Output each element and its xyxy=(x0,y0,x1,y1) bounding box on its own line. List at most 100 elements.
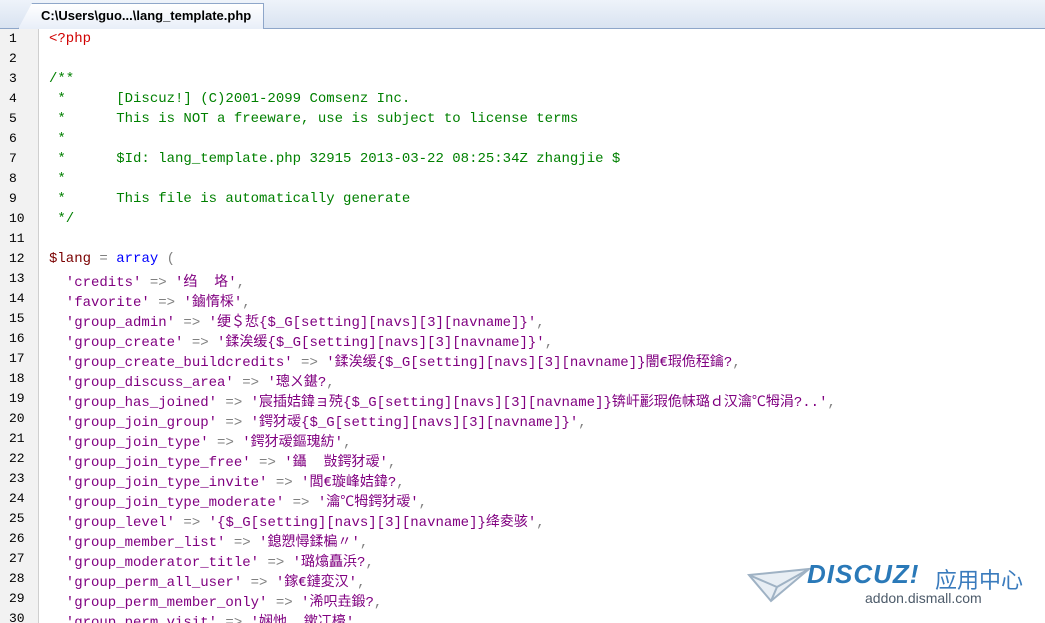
code-token: 'group_level' xyxy=(49,515,176,531)
code-token: '鏀惰棌' xyxy=(183,295,243,311)
code-token: '閭€璇峰姞鍏? xyxy=(301,475,397,491)
code-token: * xyxy=(49,171,66,187)
code-line: 15 'group_admin' => '绠＄悊{$_G[setting][na… xyxy=(0,311,1045,331)
code-token: , xyxy=(578,415,587,431)
line-number: 4 xyxy=(9,91,17,106)
line-code: 'group_join_type_free' => '鑷 敱鍔犲叆', xyxy=(49,451,396,471)
code-token: , xyxy=(536,515,545,531)
watermark-url: addon.dismall.com xyxy=(865,590,982,606)
code-token: , xyxy=(387,455,397,471)
code-token: * $Id: lang_template.php 32915 2013-03-2… xyxy=(49,151,621,167)
code-line: 30 'group_perm_visit' => '娴忚 鏉冮檺' xyxy=(0,611,1045,623)
line-number: 6 xyxy=(9,131,17,146)
code-token: * This is NOT a freeware, use is subject… xyxy=(49,111,579,127)
code-token: '鎴愬憳鍒楄〃' xyxy=(259,535,360,551)
line-code: $lang = array ( xyxy=(49,251,175,267)
code-token: 'group_member_list' xyxy=(49,535,226,551)
discuz-logo: DISCUZ! xyxy=(807,559,920,589)
code-token: /** xyxy=(49,71,75,87)
line-number: 1 xyxy=(9,31,17,46)
line-code: 'group_moderator_title' => '璐熻矗浜?, xyxy=(49,551,374,571)
code-token: '璁ㄨ鍖? xyxy=(267,375,327,391)
paper-plane-icon xyxy=(747,567,811,603)
line-code: * This is NOT a freeware, use is subject… xyxy=(49,111,578,127)
code-lines: 1 <?php 2 3/** 4 * [Discuz!] (C)2001-2099 Co… xyxy=(0,31,1045,623)
line-code: * xyxy=(49,171,66,187)
line-number: 14 xyxy=(9,291,25,306)
line-number: 7 xyxy=(9,151,17,166)
code-line: 3 /** xyxy=(0,71,1045,91)
line-code: * xyxy=(49,131,66,147)
code-token: => xyxy=(217,395,251,411)
line-number: 30 xyxy=(9,611,25,623)
code-token: '璐熻矗浜? xyxy=(292,555,366,571)
code-token: , xyxy=(544,335,554,351)
code-token: 'group_has_joined' xyxy=(49,395,218,411)
code-token: <?php xyxy=(49,31,92,47)
code-line: 1 <?php xyxy=(0,31,1045,51)
code-line: 23 'group_join_type_invite' => '閭€璇峰姞鍏?, xyxy=(0,471,1045,491)
code-line: 7 * $Id: lang_template.php 32915 2013-03… xyxy=(0,151,1045,171)
code-token: 'group_create' xyxy=(49,335,184,351)
line-number: 21 xyxy=(9,431,25,446)
code-line: 5 * This is NOT a freeware, use is subje… xyxy=(0,111,1045,131)
watermark: DISCUZ! 应用中心 addon.dismall.com xyxy=(747,559,1027,607)
code-token: * [Discuz!] (C)2001-2099 Comsenz Inc. xyxy=(49,91,411,107)
line-code: 'group_admin' => '绠＄悊{$_G[setting][navs]… xyxy=(49,311,545,331)
file-tab[interactable]: C:\Users\guo...\lang_template.php xyxy=(18,3,265,29)
code-token: = xyxy=(91,251,117,267)
code-token: => xyxy=(259,555,293,571)
code-token: 'group_create_buildcredits' xyxy=(49,355,293,371)
code-token: '娴忚 鏉冮檺' xyxy=(250,615,355,623)
line-code: 'group_join_type_invite' => '閭€璇峰姞鍏?, xyxy=(49,471,405,491)
line-code: 'favorite' => '鏀惰棌', xyxy=(49,291,251,311)
line-code: 'group_level' => '{$_G[setting][navs][3]… xyxy=(49,511,545,531)
line-code: 'group_perm_visit' => '娴忚 鏉冮檺' xyxy=(49,611,354,623)
line-number: 15 xyxy=(9,311,25,326)
code-line: 26 'group_member_list' => '鎴愬憳鍒楄〃', xyxy=(0,531,1045,551)
line-number: 13 xyxy=(9,271,25,286)
code-token: , xyxy=(418,495,428,511)
code-token: 'group_discuss_area' xyxy=(49,375,234,391)
line-code: * This file is automatically generate xyxy=(49,191,410,207)
code-line: 25 'group_level' => '{$_G[setting][navs]… xyxy=(0,511,1045,531)
line-number: 11 xyxy=(9,231,25,246)
tab-bar: C:\Users\guo...\lang_template.php xyxy=(0,0,1045,29)
code-line: 12 $lang = array ( xyxy=(0,251,1045,271)
code-token: , xyxy=(236,275,246,291)
code-token: => xyxy=(225,535,260,551)
code-token: , xyxy=(357,575,366,591)
code-token: '{$_G[setting][navs][3][navname]}绛夌骇' xyxy=(208,515,537,531)
line-code: /** xyxy=(49,71,74,87)
line-number: 29 xyxy=(9,591,25,606)
code-token: => xyxy=(284,495,318,511)
code-editor[interactable]: 1 <?php 2 3/** 4 * [Discuz!] (C)2001-2099 Co… xyxy=(0,29,1045,623)
line-code: * [Discuz!] (C)2001-2099 Comsenz Inc. xyxy=(49,91,410,107)
line-number: 24 xyxy=(9,491,25,506)
code-token: => xyxy=(242,575,276,591)
code-token: => xyxy=(217,415,251,431)
code-line: 14 'favorite' => '鏀惰棌', xyxy=(0,291,1045,311)
line-code: 'group_join_type_moderate' => '瀹℃牳鍔犲叆', xyxy=(49,491,427,511)
code-line: 4 * [Discuz!] (C)2001-2099 Comsenz Inc. xyxy=(0,91,1045,111)
code-line: 13 'credits' => '绉 垎', xyxy=(0,271,1045,291)
code-line: 24 'group_join_type_moderate' => '瀹℃牳鍔犲叆… xyxy=(0,491,1045,511)
code-token: '绉 垎' xyxy=(175,275,237,291)
line-code: 'group_create' => '鍒涘缓{$_G[setting][navs… xyxy=(49,331,553,351)
code-token: 'group_join_type' xyxy=(49,435,209,451)
code-token: '瀹℃牳鍔犲叆' xyxy=(317,495,419,511)
line-code: 'group_perm_all_user' => '鎵€鏈変汉', xyxy=(49,571,366,591)
code-line: 6 * xyxy=(0,131,1045,151)
code-token: '鑷 敱鍔犲叆' xyxy=(284,455,388,471)
code-token: 'group_perm_visit' xyxy=(49,615,218,623)
line-code: 'group_perm_member_only' => '浠呮垚鍛?, xyxy=(49,591,382,611)
code-token: => xyxy=(267,595,302,611)
line-number: 22 xyxy=(9,451,25,466)
line-number: 2 xyxy=(9,51,17,66)
code-token: * xyxy=(49,131,66,147)
code-line: 10 */ xyxy=(0,211,1045,231)
line-number: 12 xyxy=(9,251,25,266)
line-code: 'group_member_list' => '鎴愬憳鍒楄〃', xyxy=(49,531,368,551)
line-number: 25 xyxy=(9,511,25,526)
line-code: 'group_join_group' => '鍔犲叆{$_G[setting][… xyxy=(49,411,587,431)
